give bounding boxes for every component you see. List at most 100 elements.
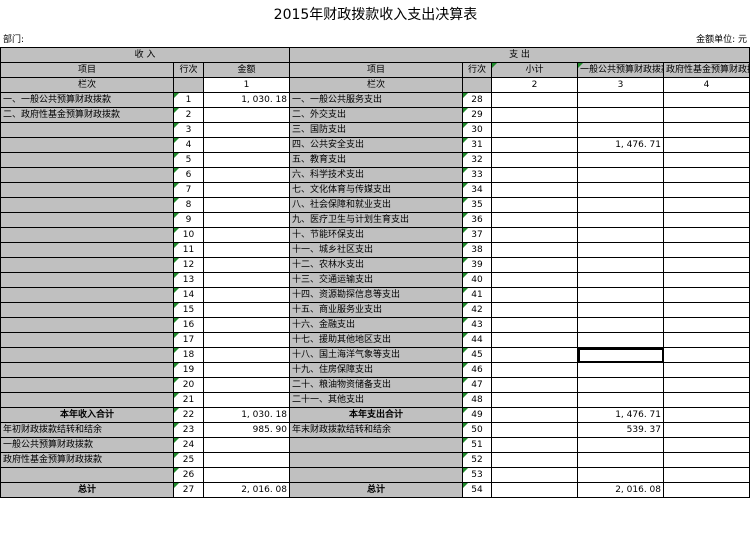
income-item-cell[interactable]: 一般公共预算财政拨款 — [0, 437, 174, 453]
expense-line-cell[interactable]: 51 — [462, 437, 492, 453]
income-amount-cell[interactable] — [203, 182, 290, 198]
subtotal-cell[interactable] — [491, 377, 578, 393]
income-line-cell[interactable]: 26 — [173, 467, 204, 483]
expense-item-cell[interactable]: 八、社会保障和就业支出 — [289, 197, 463, 213]
fund-budget-cell[interactable] — [662, 392, 751, 408]
general-budget-cell[interactable] — [577, 377, 664, 393]
fund-budget-cell[interactable] — [662, 212, 751, 228]
expense-item-cell[interactable]: 二、外交支出 — [289, 107, 463, 123]
income-line-cell[interactable]: 14 — [173, 287, 204, 303]
fund-budget-cell[interactable] — [662, 377, 751, 393]
expense-line-header[interactable]: 行次 — [462, 62, 492, 78]
col-number-4[interactable]: 4 — [662, 77, 751, 93]
fund-budget-cell[interactable] — [662, 107, 751, 123]
fund-budget-cell[interactable] — [662, 272, 751, 288]
income-item-cell[interactable] — [0, 197, 174, 213]
income-item-cell[interactable] — [0, 272, 174, 288]
general-budget-cell[interactable] — [577, 437, 664, 453]
income-line-cell[interactable]: 12 — [173, 257, 204, 273]
expense-item-cell[interactable]: 七、文化体育与传媒支出 — [289, 182, 463, 198]
income-amount-header[interactable]: 金额 — [203, 62, 290, 78]
income-item-cell[interactable] — [0, 122, 174, 138]
expense-item-cell[interactable]: 六、科学技术支出 — [289, 167, 463, 183]
expense-line-cell[interactable]: 28 — [462, 92, 492, 108]
income-item-cell[interactable] — [0, 242, 174, 258]
income-amount-cell[interactable] — [203, 467, 290, 483]
income-amount-cell[interactable] — [203, 197, 290, 213]
expense-item-cell[interactable]: 九、医疗卫生与计划生育支出 — [289, 212, 463, 228]
income-item-cell[interactable]: 二、政府性基金预算财政拨款 — [0, 107, 174, 123]
income-line-cell[interactable]: 13 — [173, 272, 204, 288]
income-line-cell[interactable]: 20 — [173, 377, 204, 393]
general-budget-cell[interactable] — [577, 347, 664, 363]
subtotal-cell[interactable] — [491, 182, 578, 198]
income-item-cell[interactable]: 一、一般公共预算财政拨款 — [0, 92, 174, 108]
expense-line-cell[interactable]: 54 — [462, 482, 492, 498]
subtotal-cell[interactable] — [491, 167, 578, 183]
fund-budget-cell[interactable] — [662, 182, 751, 198]
general-budget-cell[interactable] — [577, 182, 664, 198]
fund-budget-cell[interactable] — [662, 437, 751, 453]
income-item-cell[interactable]: 政府性基金预算财政拨款 — [0, 452, 174, 468]
fund-budget-cell[interactable] — [662, 92, 751, 108]
income-amount-cell[interactable] — [203, 347, 290, 363]
expense-group-header[interactable]: 支 出 — [288, 47, 751, 63]
fund-budget-cell[interactable] — [662, 122, 751, 138]
expense-line-cell[interactable]: 43 — [462, 317, 492, 333]
income-line-cell[interactable]: 15 — [173, 302, 204, 318]
fund-budget-cell[interactable] — [662, 482, 751, 498]
expense-item-cell[interactable]: 十九、住房保障支出 — [289, 362, 463, 378]
income-line-cell[interactable]: 24 — [173, 437, 204, 453]
general-budget-cell[interactable] — [577, 227, 664, 243]
subtotal-cell[interactable] — [491, 227, 578, 243]
income-amount-cell[interactable] — [203, 152, 290, 168]
income-line-cell[interactable]: 8 — [173, 197, 204, 213]
income-amount-cell[interactable] — [203, 437, 290, 453]
expense-line-cell[interactable]: 48 — [462, 392, 492, 408]
col-number-3[interactable]: 3 — [577, 77, 664, 93]
expense-item-cell[interactable]: 十三、交通运输支出 — [289, 272, 463, 288]
income-line-cell[interactable]: 22 — [173, 407, 204, 423]
general-budget-cell[interactable] — [577, 212, 664, 228]
income-line-cell[interactable]: 17 — [173, 332, 204, 348]
expense-item-cell[interactable]: 十六、金融支出 — [289, 317, 463, 333]
subtotal-cell[interactable] — [491, 287, 578, 303]
income-amount-cell[interactable]: 985. 90 — [203, 422, 290, 438]
income-item-cell[interactable] — [0, 392, 174, 408]
income-amount-cell[interactable] — [203, 122, 290, 138]
general-budget-cell[interactable] — [577, 197, 664, 213]
expense-item-cell[interactable]: 十、节能环保支出 — [289, 227, 463, 243]
income-item-header[interactable]: 项目 — [0, 62, 174, 78]
income-amount-cell[interactable] — [203, 212, 290, 228]
income-line-cell[interactable]: 7 — [173, 182, 204, 198]
fund-budget-header[interactable]: 政府性基金预算财政拨款 — [662, 62, 751, 78]
general-budget-cell[interactable]: 1, 476. 71 — [577, 137, 664, 153]
income-amount-cell[interactable]: 1, 030. 18 — [203, 407, 290, 423]
income-amount-cell[interactable] — [203, 287, 290, 303]
income-amount-cell[interactable] — [203, 392, 290, 408]
general-budget-cell[interactable] — [577, 167, 664, 183]
income-line-cell[interactable]: 9 — [173, 212, 204, 228]
fund-budget-cell[interactable] — [662, 422, 751, 438]
expense-line-cell[interactable]: 36 — [462, 212, 492, 228]
income-line-cell[interactable]: 3 — [173, 122, 204, 138]
income-line-cell[interactable]: 10 — [173, 227, 204, 243]
income-group-header[interactable]: 收 入 — [0, 47, 290, 63]
fund-budget-cell[interactable] — [662, 137, 751, 153]
col-empty-cell-2[interactable] — [462, 77, 492, 93]
income-item-cell[interactable] — [0, 302, 174, 318]
income-line-cell[interactable]: 5 — [173, 152, 204, 168]
general-budget-cell[interactable] — [577, 92, 664, 108]
fund-budget-cell[interactable] — [662, 317, 751, 333]
income-item-cell[interactable] — [0, 332, 174, 348]
expense-item-cell[interactable]: 二十一、其他支出 — [289, 392, 463, 408]
expense-line-cell[interactable]: 50 — [462, 422, 492, 438]
fund-budget-cell[interactable] — [662, 347, 751, 363]
expense-line-cell[interactable]: 38 — [462, 242, 492, 258]
expense-line-cell[interactable]: 52 — [462, 452, 492, 468]
expense-item-cell[interactable] — [289, 467, 463, 483]
subtotal-cell[interactable] — [491, 332, 578, 348]
expense-item-cell[interactable]: 十四、资源勘探信息等支出 — [289, 287, 463, 303]
subtotal-cell[interactable] — [491, 212, 578, 228]
income-item-cell[interactable] — [0, 347, 174, 363]
